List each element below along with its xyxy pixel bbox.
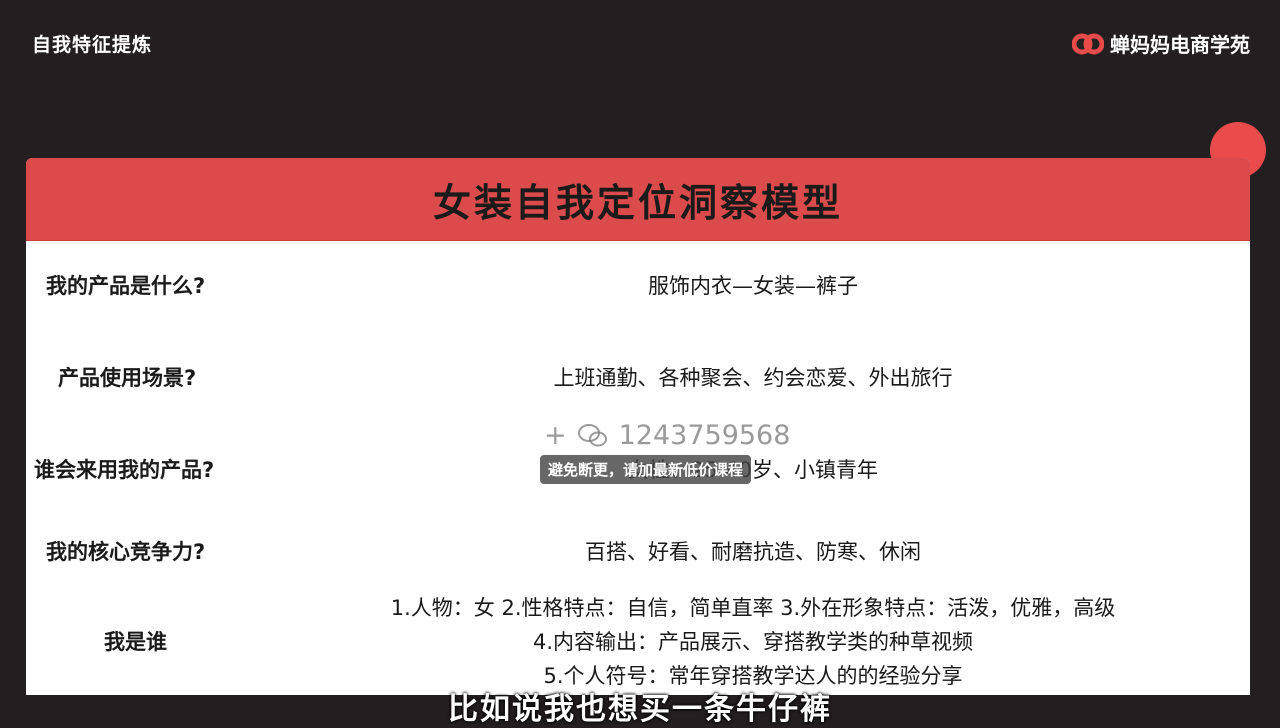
- wechat-icon: [577, 423, 607, 446]
- who-line-2: 4.内容输出：产品展示、穿搭教学类的种草视频: [532, 630, 974, 654]
- question-product: 我的产品是什么?: [46, 274, 206, 298]
- watermark-number: 1243759568: [618, 420, 791, 451]
- question-scenario: 产品使用场景?: [58, 366, 197, 390]
- video-subtitle: 比如说我也想买一条牛仔裤: [448, 692, 832, 727]
- who-line-1: 1.人物：女 2.性格特点：自信，简单直率 3.外在形象特点：活泼，优雅，高级: [390, 596, 1116, 620]
- card-header: 女装自我定位洞察模型: [26, 158, 1250, 241]
- question-audience: 谁会来用我的产品?: [34, 458, 215, 482]
- question-who: 我是谁: [104, 630, 167, 654]
- watermark-plus: +: [544, 420, 567, 451]
- brand: 蝉妈妈电商学苑: [1072, 29, 1250, 58]
- notice-banner: 避免断更，请加最新低价课程: [540, 455, 752, 484]
- brand-logo-icon: [1072, 33, 1104, 54]
- answer-scenario: 上班通勤、各种聚会、约会恋爱、外出旅行: [553, 366, 953, 390]
- answer-competitiveness: 百搭、好看、耐磨抗造、防寒、休闲: [585, 540, 921, 564]
- answer-audience: 女性、25-40岁、小镇青年: [627, 458, 879, 482]
- question-competitiveness: 我的核心竞争力?: [46, 540, 206, 564]
- section-title: 自我特征提炼: [32, 34, 153, 56]
- card-title: 女装自我定位洞察模型: [432, 180, 843, 225]
- watermark: + 1243759568: [544, 420, 790, 451]
- brand-name: 蝉妈妈电商学苑: [1110, 33, 1250, 57]
- answer-product: 服饰内衣—女装—裤子: [648, 274, 858, 298]
